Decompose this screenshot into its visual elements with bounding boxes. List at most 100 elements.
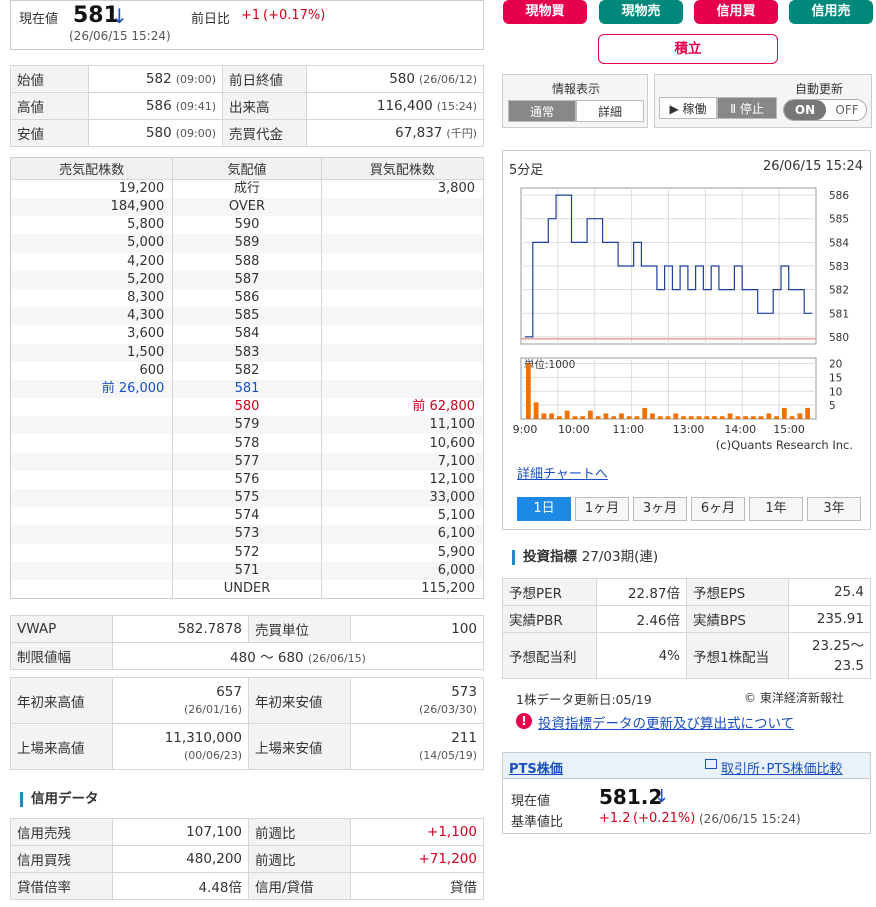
metric-eps-label: 予想EPS [686,578,789,606]
x-tick-label: 11:00 [612,423,644,436]
book-price: 574 [172,507,322,526]
metrics-source: © 東洋経済新報社 [744,691,844,705]
ohlc-value-cell2: 116,400 (15:24) [306,92,484,120]
auto-update-stop[interactable]: Ⅱ 停止 [717,97,777,119]
book-sell-qty [10,507,174,526]
book-row: 1,500 583 [10,343,484,362]
credit-value: 4.48倍 [112,872,249,900]
book-sell-qty [10,489,174,508]
volume-bar [557,416,562,419]
pts-price-value: 581.2 [599,785,663,809]
book-sell-qty: 5,200 [10,270,174,289]
spot-buy-button[interactable]: 現物買 [503,0,587,24]
book-sell-qty: 5,000 [10,234,174,253]
ohlc-row: 安値 580 (09:00) 売買代金 67,837 (千円) [10,119,484,147]
tsumitate-button[interactable]: 積立 [598,34,778,64]
price-limit-label: 制限値幅 [10,642,113,670]
volume-bar [665,416,671,419]
period-tab[interactable]: 1日 [517,497,571,521]
book-buy-qty: 6,000 [321,561,484,580]
credit-row: 信用買残 480,200 前週比 +71,200 [10,845,484,873]
metric-per-value: 22.87倍 [596,578,687,606]
volume-bar [588,410,593,419]
auto-update-run[interactable]: ▶ 稼働 [659,97,717,119]
ohlc-time2: (26/06/12) [419,73,477,86]
chart-credit: (c)Quants Research Inc. [716,438,853,452]
metrics-note-link[interactable]: 投資指標データの更新及び算出式について [538,712,794,732]
credit-label: 貸借倍率 [10,872,113,900]
volume-bar [781,407,787,419]
volume-bar [712,416,717,419]
ohlc-label2: 出来高 [222,92,307,120]
x-tick-label: 15:00 [773,423,805,436]
ohlc-value-cell2: 580 (26/06/12) [306,65,484,93]
book-price: 582 [172,361,322,380]
metric-bps-label: 実績BPS [686,605,789,633]
all-low-label: 上場来安値 [248,723,351,770]
book-row: 5,000 589 [10,234,484,253]
book-price: UNDER [172,579,322,599]
volume-bar [650,413,655,419]
ohlc-time: (09:00) [175,73,216,86]
book-row: 574 5,100 [10,507,484,526]
pts-header: PTS株価 取引所･PTS株価比較 [503,753,870,779]
volume-bar [704,416,710,419]
book-buy-qty: 115,200 [421,580,475,596]
book-row: 前 26,000 581 [10,379,484,399]
margin-sell-button[interactable]: 信用売 [789,0,873,24]
ytd-high-value: 657 [216,683,242,700]
price-tick-label: 582 [829,285,849,297]
ohlc-label2: 前日終値 [222,65,307,93]
credit-table: 信用売残 107,100 前週比 +1,100 信用買残 480,200 前週比 +71,20… [10,818,484,900]
book-price: 578 [172,434,322,453]
ohlc-time2: (千円) [446,127,477,140]
toggle-off[interactable]: OFF [828,100,866,120]
toggle-on[interactable]: ON [784,100,826,120]
info-display-detail[interactable]: 詳細 [576,100,644,122]
volume-bar [580,416,586,419]
vwap-label: VWAP [10,615,113,643]
credit-value2: +71,200 [350,845,484,873]
volume-bar [774,416,779,419]
ytd-low-value: 573 [451,683,477,700]
down-arrow-icon: ↓ [111,4,128,28]
on-off-toggle[interactable]: ON OFF [783,99,867,121]
x-tick-label: 14:00 [724,423,756,436]
price-tick-label: 585 [829,214,849,226]
book-buy-qty: 33,000 [321,489,484,508]
book-sell-qty: 1,500 [10,343,174,362]
credit-value: 480,200 [112,845,249,873]
period-tab[interactable]: 1年 [749,497,803,521]
vwap-value: 582.7878 [112,615,249,643]
spot-sell-button[interactable]: 現物売 [599,0,683,24]
volume-bar [719,416,725,419]
volume-bar [743,416,748,419]
period-tab[interactable]: 6ヶ月 [691,497,745,521]
trade-unit-label: 売買単位 [248,615,351,643]
pts-title-link[interactable]: PTS株価 [509,758,563,777]
pts-compare-link[interactable]: 取引所･PTS株価比較 [721,758,843,777]
volume-bar [533,402,539,419]
volume-bar [626,416,632,419]
period-tabs: 1日 1ヶ月 3ヶ月 6ヶ月 1年 3年 [517,497,862,523]
book-price: 584 [172,325,322,344]
volume-bar [595,416,601,419]
book-price: OVER [172,198,322,217]
book-buy-qty: 11,100 [321,416,484,435]
book-row: 571 6,000 [10,561,484,580]
x-tick-label: 10:00 [558,423,590,436]
auto-update-panel: 自動更新 ▶ 稼働 Ⅱ 停止 ON OFF [654,74,872,128]
x-tick-label: 13:00 [673,423,705,436]
volume-bar [526,363,531,419]
book-row: 573 6,100 [10,525,484,544]
detail-chart-link[interactable]: 詳細チャートへ [517,463,608,482]
book-sell-qty: 4,300 [10,307,174,326]
period-tab[interactable]: 1ヶ月 [575,497,629,521]
book-row: 4,300 585 [10,307,484,326]
period-tab[interactable]: 3ヶ月 [633,497,687,521]
margin-buy-button[interactable]: 信用買 [694,0,778,24]
period-tab[interactable]: 3年 [807,497,861,521]
info-display-normal[interactable]: 通常 [508,100,576,122]
pts-change-pct: (+0.21%) [633,811,696,826]
book-price: 589 [172,234,322,253]
